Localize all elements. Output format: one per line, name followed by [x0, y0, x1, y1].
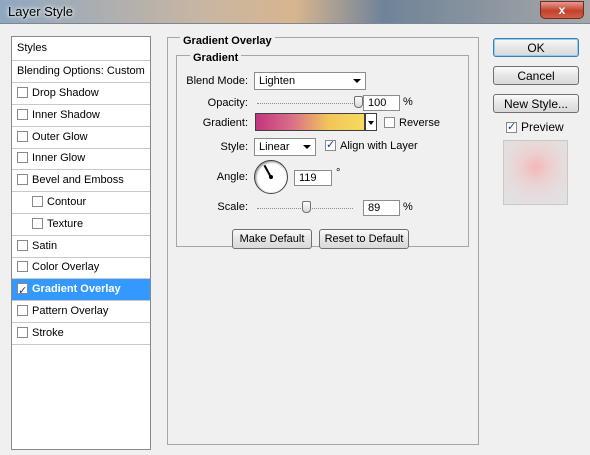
window-title: Layer Style	[8, 4, 74, 19]
style-item-label: Pattern Overlay	[32, 305, 109, 317]
angle-dial-center	[269, 175, 273, 179]
style-item-label: Inner Shadow	[32, 108, 100, 121]
style-item-checkbox[interactable]	[17, 305, 28, 316]
style-item-bevel-and-emboss[interactable]: Bevel and Emboss	[12, 170, 150, 193]
style-item-label: Bevel and Emboss	[32, 174, 124, 187]
scale-label: Scale:	[217, 201, 248, 213]
style-item-inner-shadow[interactable]: Inner Shadow	[12, 105, 150, 127]
style-label: Style:	[220, 141, 248, 153]
style-item-pattern-overlay[interactable]: Pattern Overlay	[12, 301, 150, 323]
style-preview-swatch	[503, 140, 568, 205]
styles-list: Styles Blending Options: Custom Drop Sha…	[11, 36, 151, 450]
style-item-checkbox[interactable]	[17, 261, 28, 273]
style-item-label: Satin	[32, 239, 58, 252]
angle-unit: °	[336, 167, 341, 179]
chevron-down-icon	[303, 145, 311, 149]
style-item-checkbox[interactable]	[17, 130, 28, 142]
opacity-unit: %	[403, 96, 413, 108]
cancel-button[interactable]: Cancel	[493, 66, 579, 85]
ok-button[interactable]: OK	[493, 38, 579, 57]
style-item-checkbox[interactable]	[32, 196, 43, 207]
style-item-satin[interactable]: Satin	[12, 236, 150, 258]
preview-label: Preview	[521, 120, 564, 134]
gradient-group-title: Gradient	[190, 52, 242, 64]
angle-label: Angle:	[216, 171, 248, 183]
scale-input[interactable]: 89	[363, 200, 400, 216]
style-item-checkbox[interactable]	[17, 108, 28, 120]
style-item-label: Outer Glow	[32, 130, 88, 143]
style-item-checkbox[interactable]	[17, 326, 28, 338]
style-item-checkbox[interactable]	[17, 281, 28, 302]
close-button[interactable]: x	[540, 1, 584, 19]
style-item-label: Gradient Overlay	[32, 283, 121, 296]
blend-mode-select[interactable]: Lighten	[254, 72, 366, 90]
gradient-label: Gradient:	[202, 117, 248, 129]
scale-unit: %	[403, 201, 413, 213]
style-item-label: Texture	[47, 217, 84, 230]
panel-title: Gradient Overlay	[180, 35, 275, 47]
opacity-label: Opacity:	[207, 97, 248, 109]
style-item-checkbox[interactable]	[32, 217, 43, 229]
opacity-slider-thumb[interactable]	[354, 96, 363, 108]
align-with-layer-checkbox[interactable]: Align with Layer	[325, 138, 418, 152]
style-item-label: Inner Glow	[32, 152, 86, 165]
style-item-label: Drop Shadow	[32, 87, 99, 99]
style-item-color-overlay[interactable]: Color Overlay	[12, 257, 150, 280]
preview-checkbox[interactable]: Preview	[506, 120, 564, 134]
preview-checkbox-box[interactable]	[506, 120, 517, 133]
style-item-gradient-overlay[interactable]: Gradient Overlay	[12, 279, 150, 302]
align-label: Align with Layer	[340, 140, 418, 152]
make-default-button[interactable]: Make Default	[232, 229, 312, 249]
reverse-label: Reverse	[399, 117, 440, 129]
style-select[interactable]: Linear	[254, 138, 316, 156]
style-item-drop-shadow[interactable]: Drop Shadow	[12, 83, 150, 105]
new-style-button[interactable]: New Style...	[493, 94, 579, 113]
blend-mode-label: Blend Mode:	[186, 75, 248, 87]
style-item-contour[interactable]: Contour	[12, 192, 150, 214]
blending-options-item[interactable]: Blending Options: Custom	[12, 61, 150, 83]
opacity-input[interactable]: 100	[363, 95, 400, 111]
style-item-inner-glow[interactable]: Inner Glow	[12, 148, 150, 171]
angle-input[interactable]: 119	[294, 170, 332, 186]
scale-slider-thumb[interactable]	[301, 201, 311, 213]
opacity-slider[interactable]	[257, 103, 359, 104]
style-value: Linear	[259, 141, 290, 153]
reverse-checkbox[interactable]: Reverse	[384, 117, 440, 129]
angle-dial[interactable]	[254, 160, 288, 194]
chevron-down-icon	[353, 79, 361, 83]
layer-style-dialog: Styles Blending Options: Custom Drop Sha…	[0, 24, 590, 455]
reset-to-default-button[interactable]: Reset to Default	[319, 229, 409, 249]
blend-mode-value: Lighten	[259, 75, 296, 87]
style-item-label: Stroke	[32, 326, 64, 339]
reverse-checkbox-box[interactable]	[384, 117, 395, 128]
titlebar[interactable]: Layer Style x	[0, 0, 590, 24]
style-item-outer-glow[interactable]: Outer Glow	[12, 127, 150, 149]
style-item-checkbox[interactable]	[17, 87, 28, 98]
style-item-label: Contour	[47, 196, 87, 208]
styles-header[interactable]: Styles	[12, 37, 150, 61]
style-item-stroke[interactable]: Stroke	[12, 323, 150, 345]
align-checkbox-box[interactable]	[325, 138, 336, 151]
style-item-checkbox[interactable]	[17, 174, 28, 186]
gradient-picker[interactable]	[255, 113, 365, 131]
style-item-texture[interactable]: Texture	[12, 214, 150, 236]
gradient-dropdown[interactable]	[365, 113, 377, 131]
chevron-down-icon	[368, 121, 374, 125]
style-item-checkbox[interactable]	[17, 239, 28, 251]
style-item-checkbox[interactable]	[17, 152, 28, 164]
style-item-label: Color Overlay	[32, 261, 100, 274]
